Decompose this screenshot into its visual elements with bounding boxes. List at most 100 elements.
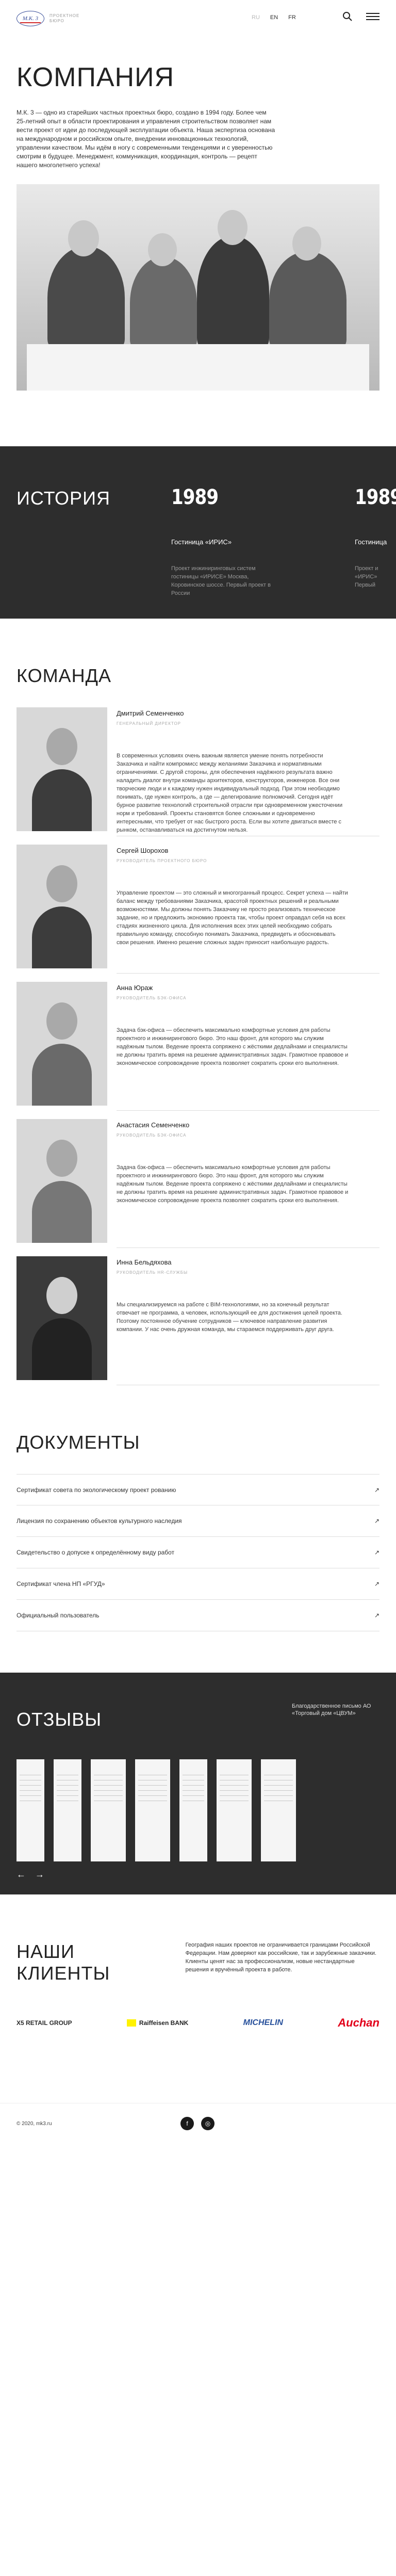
history-card[interactable]: 1989 Гостиница «ИРИС» Проект инжиниринго… (171, 485, 279, 597)
menu-icon[interactable] (366, 13, 380, 20)
member-role: РУКОВОДИТЕЛЬ БЭК-ОФИСА (117, 1133, 187, 1138)
logo[interactable]: М.К. 3 ПРОЕКТНОЕ БЮРО (16, 11, 79, 26)
copyright: © 2020, mk3.ru (16, 2121, 52, 2127)
member-role: ГЕНЕРАЛЬНЫЙ ДИРЕКТОР (117, 721, 182, 726)
document-link[interactable]: Официальный пользователь ↗ (16, 1600, 380, 1631)
history-card[interactable]: 1989 Гостиница Проект и «ИРИС» Первый (355, 485, 396, 589)
member-photo (16, 707, 107, 831)
member-bio: Мы специализируемся на работе с BIM-техн… (117, 1302, 342, 1333)
site-header: М.К. 3 ПРОЕКТНОЕ БЮРО RU EN FR (0, 0, 396, 37)
history-card-desc: Проект инжиниринговых систем гостиницы «… (171, 565, 271, 596)
company-title: КОМПАНИЯ (16, 62, 175, 92)
arrow-right-icon[interactable]: → (35, 1869, 44, 1880)
team-member: Инна Бельдяхова РУКОВОДИТЕЛЬ HR-СЛУЖБЫ М… (16, 1256, 380, 1385)
lang-ru[interactable]: RU (250, 13, 261, 22)
document-link[interactable]: Сертификат члена НП «РГУД» ↗ (16, 1568, 380, 1600)
arrow-right-icon: ↗ (374, 1517, 380, 1525)
team-member: Анна Юраж РУКОВОДИТЕЛЬ БЭК-ОФИСА Задача … (16, 982, 380, 1111)
review-letter[interactable] (217, 1759, 252, 1861)
language-switcher: RU EN FR (250, 13, 298, 22)
facebook-icon[interactable]: f (180, 2117, 194, 2130)
team-member: Дмитрий Семенченко ГЕНЕРАЛЬНЫЙ ДИРЕКТОР … (16, 707, 380, 836)
client-logos: X5 RETAIL GROUP Raiffeisen BANK MICHELIN… (0, 1984, 396, 2041)
arrow-right-icon: ↗ (374, 1612, 380, 1619)
history-year: 1989 (355, 485, 396, 509)
member-bio: В современных условиях очень важным явля… (117, 753, 343, 833)
logo-subtitle: ПРОЕКТНОЕ БЮРО (50, 13, 79, 24)
document-label: Официальный пользователь (16, 1612, 100, 1619)
arrow-right-icon: ↗ (374, 1486, 380, 1494)
review-letter[interactable] (179, 1759, 207, 1861)
history-title: ИСТОРИЯ (16, 488, 110, 509)
member-name: Инна Бельдяхова (117, 1258, 172, 1266)
document-link[interactable]: Лицензия по сохранению объектов культурн… (16, 1505, 380, 1537)
team-member: Сергей Шорохов РУКОВОДИТЕЛЬ ПРОЕКТНОГО Б… (16, 845, 380, 974)
instagram-icon[interactable]: ◎ (201, 2117, 214, 2130)
clients-section: НАШИ КЛИЕНТЫ География наших проектов не… (0, 1894, 396, 1984)
logo-mark: М.К. 3 (16, 11, 44, 26)
member-name: Сергей Шорохов (117, 847, 169, 854)
member-photo (16, 982, 107, 1106)
history-card-title: Гостиница «ИРИС» (171, 538, 232, 546)
client-logo-michelin: MICHELIN (243, 2018, 283, 2027)
member-bio: Управление проектом — это сложный и мног… (117, 890, 348, 946)
review-letter[interactable] (16, 1759, 44, 1861)
document-label: Сертификат члена НП «РГУД» (16, 1580, 105, 1587)
arrow-right-icon: ↗ (374, 1549, 380, 1556)
member-role: РУКОВОДИТЕЛЬ БЭК-ОФИСА (117, 996, 187, 1000)
history-card-title: Гостиница (355, 538, 387, 546)
member-name: Дмитрий Семенченко (117, 709, 184, 717)
search-icon[interactable] (342, 11, 353, 22)
client-logo-x5: X5 RETAIL GROUP (16, 2019, 72, 2027)
review-letter[interactable] (261, 1759, 296, 1861)
arrow-right-icon: ↗ (374, 1580, 380, 1587)
team-title: КОМАНДА (16, 665, 111, 686)
member-role: РУКОВОДИТЕЛЬ HR-СЛУЖБЫ (117, 1270, 188, 1275)
member-role: РУКОВОДИТЕЛЬ ПРОЕКТНОГО БЮРО (117, 858, 207, 863)
company-intro: М.К. 3 — одно из старейших частных проек… (16, 109, 275, 169)
member-photo (16, 845, 107, 968)
review-letter[interactable] (135, 1759, 170, 1861)
team-section: КОМАНДА Дмитрий Семенченко ГЕНЕРАЛЬНЫЙ Д… (0, 619, 396, 1385)
team-photo (16, 184, 380, 391)
reviews-title: ОТЗЫВЫ (16, 1709, 102, 1730)
member-bio: Задача бэк-офиса — обеспечить максимальн… (117, 1027, 349, 1066)
review-letter[interactable] (91, 1759, 126, 1861)
logo-text: М.К. 3 (22, 15, 39, 22)
client-logo-raiffeisen: Raiffeisen BANK (126, 2019, 189, 2027)
history-year: 1989 (171, 485, 219, 509)
documents-list: Сертификат совета по экологическому прое… (16, 1474, 380, 1631)
team-member: Анастасия Семенченко РУКОВОДИТЕЛЬ БЭК-ОФ… (16, 1119, 380, 1248)
document-label: Сертификат совета по экологическому прое… (16, 1486, 176, 1494)
reviews-section: ОТЗЫВЫ Благодарственное письмо АО «Торго… (0, 1673, 396, 1894)
documents-title: ДОКУМЕНТЫ (16, 1432, 140, 1453)
lang-en[interactable]: EN (269, 13, 279, 22)
review-letters (16, 1759, 296, 1861)
client-logo-auchan: Auchan (338, 2016, 380, 2029)
member-bio: Задача бэк-офиса — обеспечить максимальн… (117, 1164, 349, 1204)
review-letter[interactable] (54, 1759, 81, 1861)
site-footer: © 2020, mk3.ru f ◎ (0, 2103, 396, 2144)
lang-fr[interactable]: FR (287, 13, 298, 22)
clients-text: География наших проектов не ограничивает… (185, 1942, 377, 1973)
document-label: Лицензия по сохранению объектов культурн… (16, 1517, 182, 1525)
logo-sub-line-1: ПРОЕКТНОЕ (50, 13, 80, 18)
member-name: Анна Юраж (117, 984, 153, 992)
document-label: Свидетельство о допуске к определённому … (16, 1549, 175, 1556)
review-caption: Благодарственное письмо АО «Торговый дом… (292, 1703, 371, 1716)
social-links: f ◎ (180, 2117, 214, 2130)
clients-title: НАШИ КЛИЕНТЫ (16, 1941, 110, 1984)
member-name: Анастасия Семенченко (117, 1121, 190, 1129)
logo-sub-line-2: БЮРО (50, 19, 64, 23)
member-photo (16, 1256, 107, 1380)
document-link[interactable]: Сертификат совета по экологическому прое… (16, 1474, 380, 1505)
history-card-desc: Проект и «ИРИС» Первый (355, 565, 378, 588)
arrow-left-icon[interactable]: ← (16, 1869, 26, 1880)
document-link[interactable]: Свидетельство о допуске к определённому … (16, 1537, 380, 1568)
member-photo (16, 1119, 107, 1243)
reviews-nav: ← → (16, 1869, 44, 1880)
history-section: ИСТОРИЯ 1989 Гостиница «ИРИС» Проект инж… (0, 446, 396, 619)
header-actions (342, 11, 380, 22)
company-section: КОМПАНИЯ М.К. 3 — одно из старейших част… (0, 37, 396, 391)
documents-section: ДОКУМЕНТЫ Сертификат совета по экологиче… (0, 1385, 396, 1631)
